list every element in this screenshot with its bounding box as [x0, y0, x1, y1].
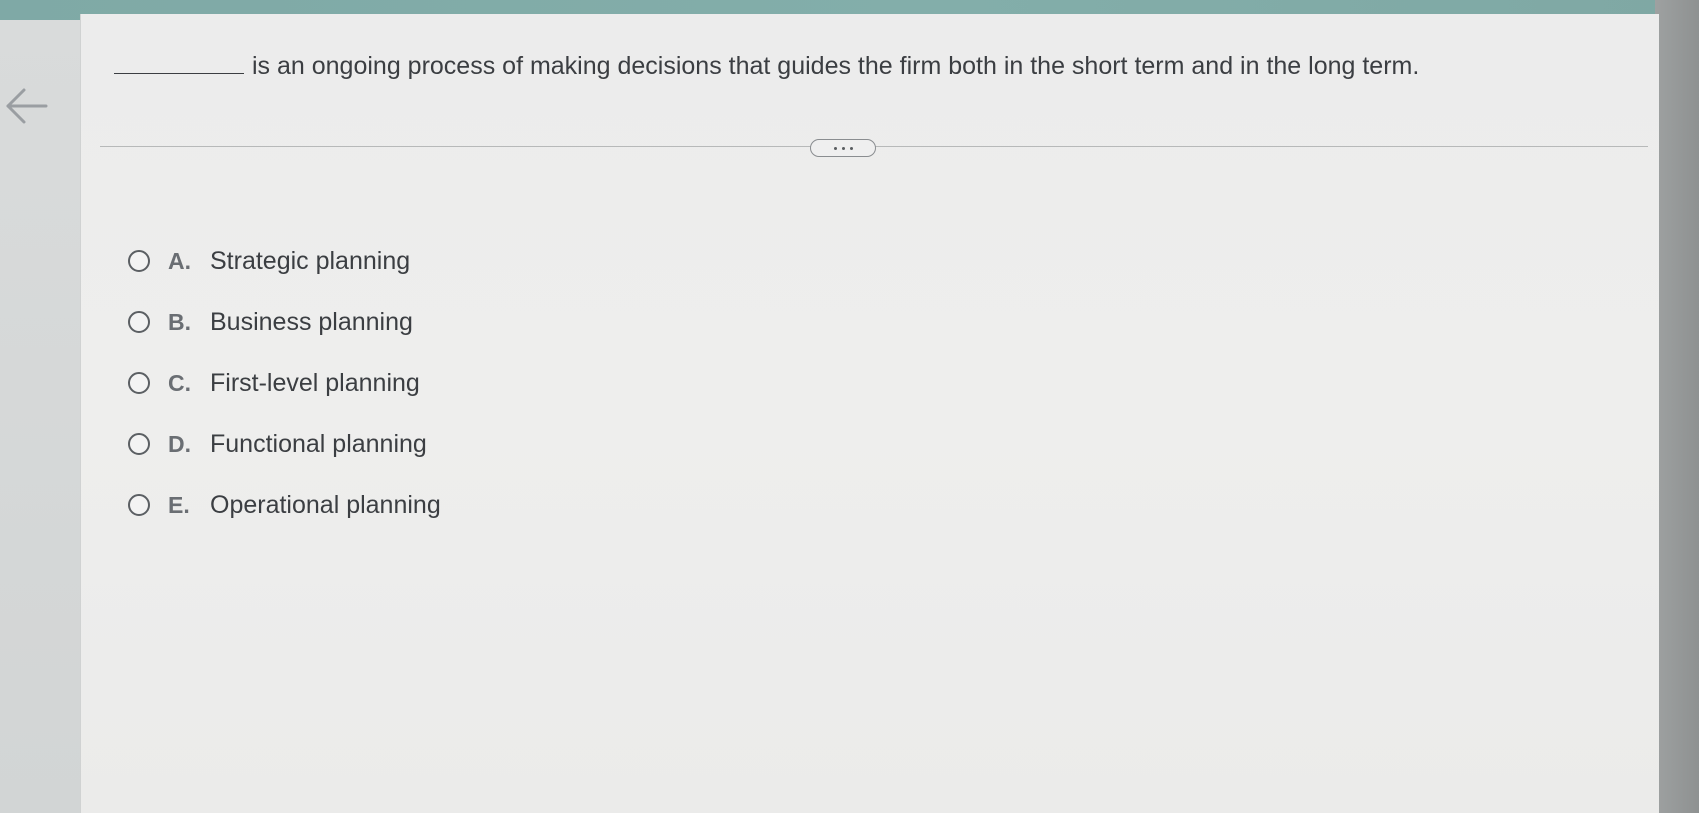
option-label: Strategic planning: [210, 246, 411, 275]
screen-edge: [1655, 0, 1699, 813]
radio-button[interactable]: [128, 372, 150, 394]
option-c[interactable]: C. First-level planning: [128, 368, 441, 398]
radio-button[interactable]: [128, 250, 150, 272]
option-label: Business planning: [210, 307, 413, 336]
option-a[interactable]: A. Strategic planning: [128, 246, 441, 276]
more-options-button[interactable]: [810, 139, 876, 157]
question-stem: is an ongoing process of making decision…: [252, 52, 1420, 80]
option-letter: E.: [168, 491, 190, 518]
option-letter: B.: [168, 308, 191, 335]
option-label: First-level planning: [210, 368, 420, 397]
ellipsis-icon: [833, 146, 837, 150]
radio-button[interactable]: [128, 311, 150, 333]
option-label: Operational planning: [210, 490, 441, 519]
ellipsis-icon: [841, 146, 845, 150]
question-text: is an ongoing process of making decision…: [114, 52, 1419, 81]
back-arrow-icon[interactable]: [2, 86, 50, 126]
option-letter: D.: [168, 430, 191, 457]
radio-button[interactable]: [128, 494, 150, 516]
option-e[interactable]: E. Operational planning: [128, 490, 441, 520]
option-letter: C.: [168, 369, 191, 396]
option-letter: A.: [168, 247, 191, 274]
left-nav-panel: [0, 20, 81, 813]
answer-blank: [114, 53, 244, 74]
option-b[interactable]: B. Business planning: [128, 307, 441, 337]
option-label: Functional planning: [210, 429, 427, 458]
option-d[interactable]: D. Functional planning: [128, 429, 441, 459]
ellipsis-icon: [849, 146, 853, 150]
radio-button[interactable]: [128, 433, 150, 455]
answer-options: A. Strategic planning B. Business planni…: [128, 246, 441, 551]
